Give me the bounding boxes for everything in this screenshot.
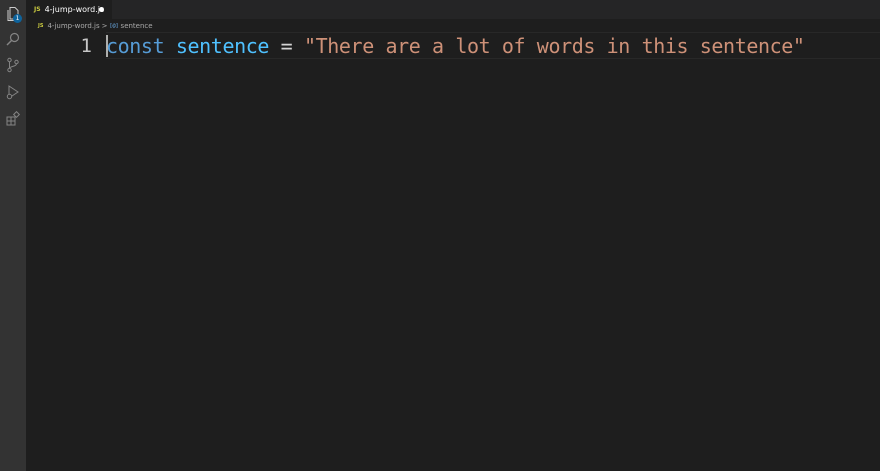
- run-debug-icon: [6, 85, 19, 100]
- token-operator: =: [280, 34, 293, 58]
- variable-symbol-icon: [@]: [109, 22, 119, 29]
- run-debug-button[interactable]: [0, 79, 26, 105]
- token-string: "There are a lot of words in this senten…: [303, 34, 805, 58]
- activity-bar: 1: [0, 0, 26, 471]
- token-variable: sentence: [175, 34, 270, 58]
- tabs-bar: JS 4-jump-word.js: [26, 0, 880, 19]
- tab-label: 4-jump-word.js: [44, 5, 105, 14]
- extensions-button[interactable]: [0, 106, 26, 132]
- source-control-button[interactable]: [0, 52, 26, 78]
- breadcrumb: JS 4-jump-word.js > [@] sentence: [26, 19, 880, 32]
- tab-4-jump-word[interactable]: JS 4-jump-word.js: [26, 0, 112, 19]
- chevron-right-icon: >: [101, 21, 108, 30]
- search-button[interactable]: [0, 26, 26, 52]
- breadcrumb-file[interactable]: 4-jump-word.js: [47, 22, 99, 30]
- javascript-file-icon: JS: [34, 6, 41, 13]
- line-number: 1: [80, 35, 92, 57]
- javascript-file-icon: JS: [38, 22, 44, 29]
- token-keyword: const: [106, 34, 165, 58]
- unsaved-dot-icon[interactable]: [99, 7, 104, 12]
- text-cursor: [106, 35, 108, 57]
- editor-window: 1 JS 4-jump-word.js JS 4-jump-word.js > …: [0, 0, 880, 471]
- code-line[interactable]: const sentence = "There are a lot of wor…: [106, 34, 805, 58]
- explorer-button[interactable]: 1: [0, 1, 26, 27]
- search-icon: [6, 32, 20, 46]
- breadcrumb-symbol[interactable]: sentence: [121, 22, 153, 30]
- explorer-badge: 1: [13, 14, 22, 23]
- extensions-icon: [6, 111, 21, 126]
- source-control-icon: [7, 57, 19, 73]
- code-editor[interactable]: 1 const sentence = "There are a lot of w…: [26, 32, 880, 471]
